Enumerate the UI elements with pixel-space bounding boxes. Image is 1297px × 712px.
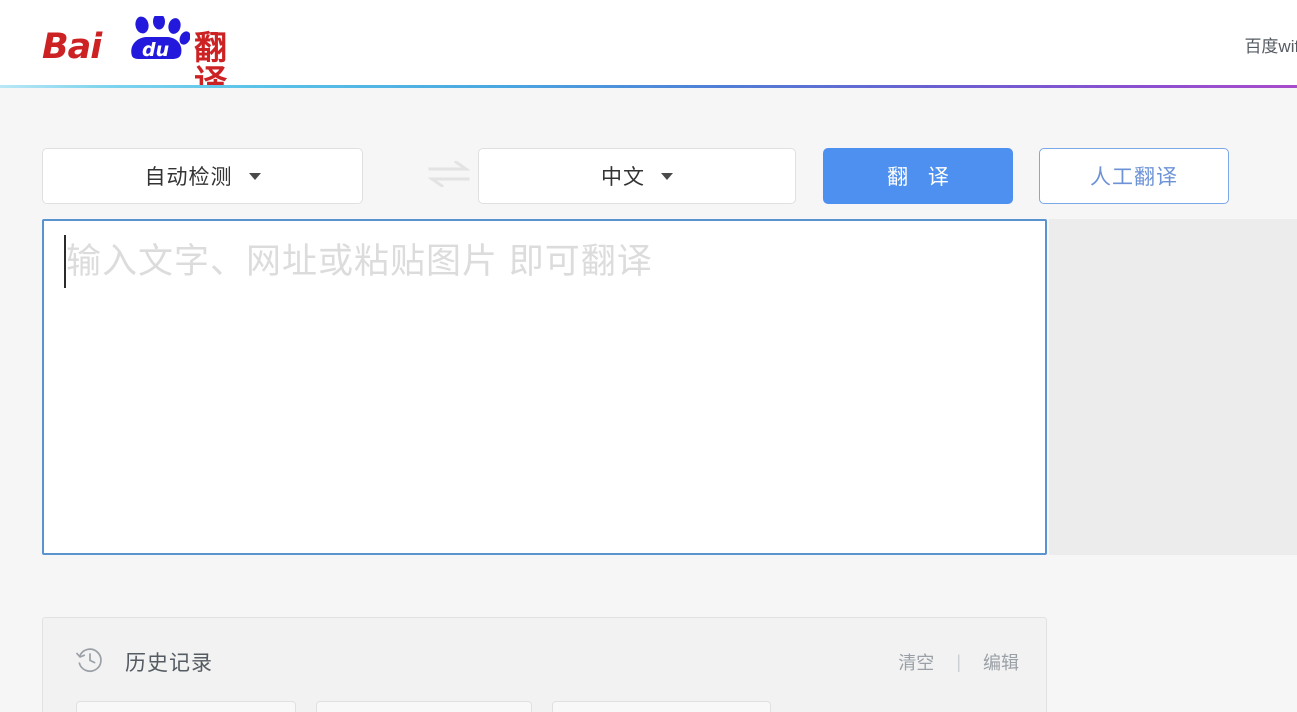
header-wifi-link[interactable]: 百度wifi: [1244, 32, 1297, 57]
manual-translate-button[interactable]: 人工翻译: [1039, 148, 1229, 204]
source-language-select[interactable]: 自动检测: [42, 148, 363, 204]
translation-output-panel: [1049, 219, 1297, 555]
history-actions: 清空 | 编辑: [894, 649, 1023, 675]
history-clock-icon: [76, 646, 104, 674]
history-item[interactable]: symmetricEncryption: [315, 701, 532, 712]
translate-button[interactable]: 翻 译: [823, 148, 1013, 204]
history-action-separator: |: [956, 651, 961, 672]
history-card: 历史记录 清空 | 编辑 SymmetricEncryption symmetr…: [42, 617, 1047, 712]
history-title: 历史记录: [125, 652, 213, 675]
target-language-label: 中文: [601, 166, 645, 189]
baidu-paw-icon: du: [128, 13, 191, 61]
chevron-down-icon: [248, 172, 261, 180]
history-clear-button[interactable]: 清空: [894, 649, 938, 675]
baidu-fanyi-logo[interactable]: Bai du 翻译: [42, 13, 232, 99]
target-language-select[interactable]: 中文: [478, 148, 796, 204]
history-edit-button[interactable]: 编辑: [979, 649, 1023, 675]
history-item-list: SymmetricEncryption symmetricEncryption …: [76, 701, 772, 712]
swap-arrows-icon: [427, 159, 471, 192]
source-language-label: 自动检测: [144, 166, 233, 189]
swap-languages-button[interactable]: [420, 159, 478, 192]
source-text-input[interactable]: 输入文字、网址或粘贴图片 即可翻译: [42, 219, 1047, 555]
chevron-down-icon: [661, 172, 673, 180]
main-content: 自动检测 中文 翻 译 人工翻译 输入文字、网址或粘贴图片 即可翻译 历史记录 …: [0, 88, 1297, 712]
page-root: Bai du 翻译 百度wifi 自动检测: [0, 0, 1297, 712]
site-header: Bai du 翻译 百度wifi: [0, 0, 1297, 99]
history-item[interactable]: SymmetricEncryption: [76, 701, 296, 712]
svg-text:du: du: [142, 39, 169, 60]
history-header: 历史记录 清空 | 编辑: [43, 618, 1046, 704]
history-item[interactable]: symmetric encryption: [551, 701, 772, 712]
source-text-placeholder: 输入文字、网址或粘贴图片 即可翻译: [66, 242, 653, 281]
logo-bai-text: Bai: [42, 27, 102, 67]
